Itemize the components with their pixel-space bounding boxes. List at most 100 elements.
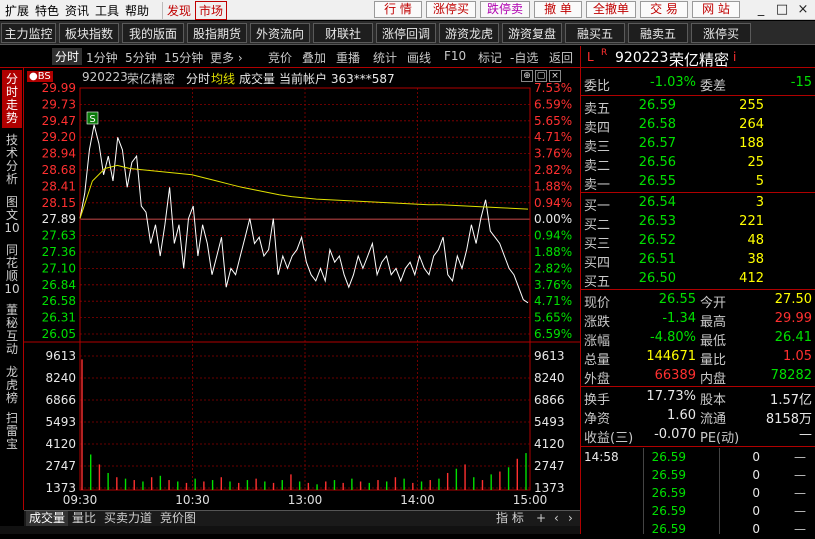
tab-hot-money-dragon[interactable]: 游资龙虎 [439,23,499,43]
quote-title: L R 920223 荣亿精密 i [581,48,815,69]
limit-down-sell-button[interactable]: 跌停卖 [480,1,530,18]
fundamental-row: 净资 1.60 流通 8158万 [581,407,815,427]
ask-label: 卖四 [584,121,611,136]
percent-tick-label: 6.59% [534,97,572,111]
cancel-all-button[interactable]: 全撤单 [586,1,636,18]
side-tab-dragon-list[interactable]: 龙 虎 榜 [2,366,22,405]
tab-limit-up-buy[interactable]: 涨停买 [691,23,751,43]
bid-row[interactable]: 买五 26.50 412 [581,270,815,290]
menu-extend[interactable]: 扩展 [5,2,29,19]
overlay-button[interactable]: 叠加 [302,49,326,66]
side-tab-minesweeper[interactable]: 扫 雷 宝 [2,412,22,451]
quote-button[interactable]: 行 情 [374,1,422,18]
close-icon[interactable]: × [793,1,813,19]
ask-row[interactable]: 卖五 26.59 255 [581,97,815,117]
tab-buy-sell-force[interactable]: 买卖力道 [104,511,152,526]
tab-index-futures[interactable]: 股指期货 [187,23,247,43]
minimize-icon[interactable]: _ [751,1,771,19]
tick-direction: — [794,450,806,464]
ask-row[interactable]: 卖三 26.57 188 [581,135,815,155]
menu-help[interactable]: 帮助 [125,2,149,19]
menu-market[interactable]: 市场 [195,1,228,20]
percent-tick-label: 6.59% [534,327,572,341]
indicator-button[interactable]: 指 标 [496,511,524,526]
price-tick-label: 26.58 [42,294,76,308]
period-15min[interactable]: 15分钟 [164,49,203,66]
period-1min[interactable]: 1分钟 [86,49,118,66]
tab-margin-sell-5[interactable]: 融卖五 [628,23,688,43]
intraday-chart[interactable]: 29.99 7.53% 29.73 6.59% 29.47 5.65% 29.20 4.71%… [24,68,580,510]
limit-up-buy-button[interactable]: 涨停买 [426,1,476,18]
stat-value: 27.50 [774,292,812,307]
tab-volume-ratio[interactable]: 量比 [72,511,96,526]
price-tick-label: 27.89 [42,212,76,226]
side-tab-intraday[interactable]: 分 时 走 势 [2,70,22,128]
ask-label: 卖一 [584,178,611,193]
tab-hot-money-review[interactable]: 游资复盘 [502,23,562,43]
mark-button[interactable]: 标记 [478,49,502,66]
info-icon[interactable]: i [733,50,736,64]
auction-button[interactable]: 竞价 [268,49,292,66]
bid-row[interactable]: 买三 26.52 48 [581,232,815,252]
tab-foreign-flow[interactable]: 外资流向 [250,23,310,43]
period-more[interactable]: 更多 › [210,49,243,66]
website-button[interactable]: 网 站 [692,1,740,18]
next-indicator-button[interactable]: › [568,511,573,526]
ask-row[interactable]: 卖一 26.55 5 [581,173,815,193]
tick-column-divider [643,448,644,534]
side-tab-ths10[interactable]: 同 花 顺 10 [2,244,22,296]
tab-main-monitor[interactable]: 主力监控 [1,23,56,43]
bs-badge[interactable]: ●BS [27,71,53,82]
weicha-label: 委差 [700,79,727,94]
bottom-strip [0,526,580,534]
tab-volume[interactable]: 成交量 [26,511,69,526]
cancel-order-button[interactable]: 撤 单 [534,1,582,18]
f10-button[interactable]: F10 [444,49,466,63]
menu-features[interactable]: 特色 [35,2,59,19]
stats-button[interactable]: 统计 [373,49,397,66]
tab-cls[interactable]: 财联社 [313,23,373,43]
tab-sector-index[interactable]: 板块指数 [59,23,119,43]
price-tick-label: 28.15 [42,196,76,210]
replay-button[interactable]: 重播 [336,49,360,66]
trade-button[interactable]: 交 易 [640,1,688,18]
zoom-icon[interactable]: ⊕ [521,70,533,82]
menu-discover[interactable]: 发现 [162,2,191,19]
bid-row[interactable]: 买四 26.51 38 [581,251,815,271]
add-watchlist-button[interactable]: -自选 [510,49,538,66]
stat-value: 26.55 [658,292,696,307]
menu-news[interactable]: 资讯 [65,2,89,19]
bid-label: 买一 [584,199,611,214]
add-indicator-button[interactable]: + [536,511,546,526]
tab-limit-up-pullback[interactable]: 涨停回调 [376,23,436,43]
stat-value: 29.99 [774,311,812,326]
percent-tick-label: 0.94% [534,196,572,210]
ask-row[interactable]: 卖二 26.56 25 [581,154,815,174]
period-5min[interactable]: 5分钟 [125,49,157,66]
period-intraday[interactable]: 分时 [52,48,83,65]
tab-margin-buy-5[interactable]: 融买五 [565,23,625,43]
time-tick-label: 13:00 [288,493,323,507]
side-tab-secretary[interactable]: 董 秘 互 动 [2,304,22,356]
menu-tools[interactable]: 工具 [95,2,119,19]
bid-row[interactable]: 买二 26.53 221 [581,213,815,233]
close-chart-icon[interactable]: × [549,70,561,82]
side-tab-technical[interactable]: 技 术 分 析 [2,134,22,186]
back-button[interactable]: 返回 [549,49,573,66]
price-line [79,124,529,304]
volume-tick-label-right: 2747 [534,459,565,473]
price-tick-label: 26.05 [42,327,76,341]
tab-auction-chart[interactable]: 竞价图 [160,511,196,526]
stat-row: 总量 144671 量比 1.05 [581,348,815,368]
maximize-icon[interactable]: □ [772,1,792,19]
draw-line-button[interactable]: 画线 [407,49,431,66]
side-tab-graphic[interactable]: 图 文 10 [2,196,22,235]
tab-my-layout[interactable]: 我的版面 [122,23,184,43]
fundamental-label: 收益(三) [584,431,634,446]
ask-price: 26.55 [638,174,676,189]
ask-row[interactable]: 卖四 26.58 264 [581,116,815,136]
settings-icon[interactable]: ▢ [535,70,547,82]
prev-indicator-button[interactable]: ‹ [554,511,559,526]
fundamental-label: PE(动) [700,431,740,446]
bid-row[interactable]: 买一 26.54 3 [581,194,815,214]
